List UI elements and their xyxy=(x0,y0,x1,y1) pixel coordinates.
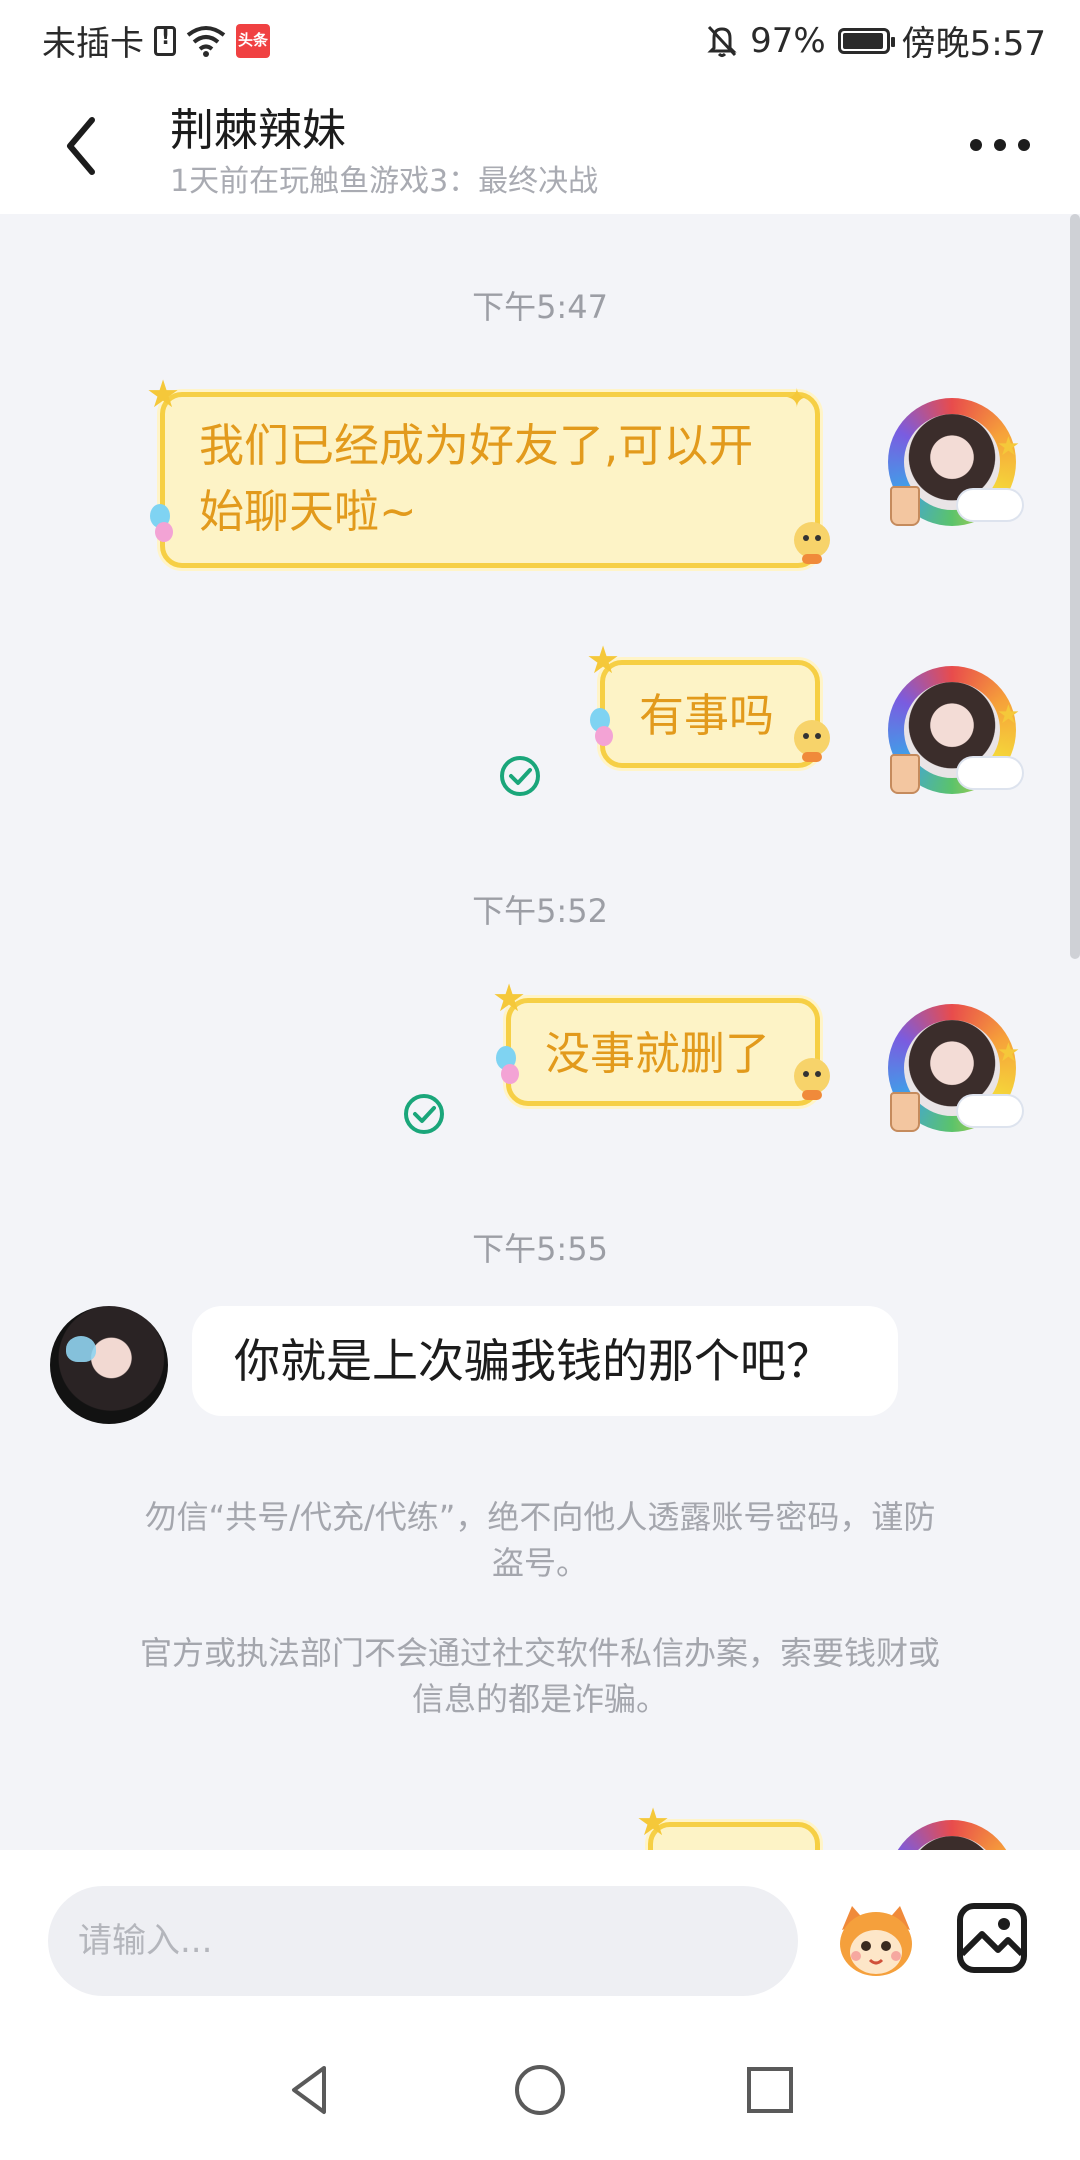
read-check-icon xyxy=(500,756,540,796)
avatar-cloud-decoration xyxy=(958,490,1022,520)
chat-header: 荆棘辣妹 1天前在玩触鱼游戏3：最终决战 xyxy=(0,76,1080,214)
more-dot xyxy=(1018,139,1030,151)
notice-line: 勿信“共号/代充/代练”，绝不向他人透露账号密码，谨防 xyxy=(144,1498,936,1536)
avatar-cloud-decoration xyxy=(958,758,1022,788)
emoji-mascot-icon[interactable] xyxy=(832,1900,920,1980)
notice-line: 盗号。 xyxy=(491,1544,588,1582)
message-text-line: 始聊天啦~ xyxy=(199,485,417,538)
outgoing-message-bubble[interactable]: 没事就删了 xyxy=(506,998,820,1106)
message-text-line: 我们已经成为好友了,可以开 xyxy=(199,419,754,472)
star-decoration-icon: ★ xyxy=(636,1800,671,1844)
carrier-text: 未插卡 xyxy=(42,24,144,64)
safety-notice: 勿信“共号/代充/代练”，绝不向他人透露账号密码，谨防 盗号。 xyxy=(80,1494,1000,1586)
message-text: 你就是上次骗我钱的那个吧？ xyxy=(234,1334,832,1388)
battery-percent: 97% xyxy=(750,20,826,61)
balloon-decoration-icon xyxy=(590,708,613,746)
star-decoration-icon: ★ xyxy=(586,638,621,682)
my-avatar[interactable] xyxy=(882,1814,1022,1850)
battery-level xyxy=(842,32,884,49)
star-decoration-icon: ★ xyxy=(492,976,527,1020)
timestamp: 下午5:47 xyxy=(472,288,608,326)
nav-recent-icon[interactable] xyxy=(740,2060,800,2120)
message-list[interactable]: 下午5:47 我们已经成为好友了,可以开 始聊天啦~ ★ ✦ ★ 有事吗 ★ ★… xyxy=(0,214,1080,1850)
safety-notice: 官方或执法部门不会通过社交软件私信办案，索要钱财或 信息的都是诈骗。 xyxy=(80,1630,1000,1722)
notice-line: 官方或执法部门不会通过社交软件私信办案，索要钱财或 xyxy=(139,1634,940,1672)
avatar-butterfly-decoration xyxy=(66,1336,96,1362)
balloon-decoration-icon xyxy=(150,504,173,542)
avatar-star-decoration: ★ xyxy=(996,432,1020,462)
more-icon[interactable] xyxy=(970,120,1030,170)
contact-avatar[interactable] xyxy=(50,1306,168,1424)
status-left: 未插卡 头条 xyxy=(42,16,270,65)
more-dot xyxy=(970,139,982,151)
balloon-decoration-icon xyxy=(496,1046,519,1084)
image-icon[interactable] xyxy=(954,1900,1030,1976)
input-bar xyxy=(0,1850,1080,2020)
sim-alert-icon xyxy=(154,25,176,56)
toutiao-app-badge: 头条 xyxy=(236,23,270,58)
bell-muted-icon xyxy=(707,25,737,57)
avatar-cup-decoration xyxy=(890,1092,920,1132)
sparkle-decoration-icon: ✦ xyxy=(786,384,808,414)
contact-activity: 1天前在玩触鱼游戏3：最终决战 xyxy=(170,164,599,199)
battery-icon xyxy=(837,27,895,54)
timestamp: 下午5:55 xyxy=(472,1230,608,1268)
star-decoration-icon: ★ xyxy=(146,372,181,416)
mascot-decoration-icon xyxy=(794,1058,830,1100)
status-bar: 未插卡 头条 97% 傍晚5:57 xyxy=(0,0,1080,76)
avatar-cup-decoration xyxy=(890,754,920,794)
message-text: 没事就删了 xyxy=(545,1027,771,1080)
avatar-star-decoration: ★ xyxy=(996,700,1020,730)
wifi-icon xyxy=(186,25,226,57)
more-dot xyxy=(994,139,1006,151)
notice-line: 信息的都是诈骗。 xyxy=(411,1680,668,1718)
read-check-icon xyxy=(404,1094,444,1134)
incoming-message-bubble[interactable]: 你就是上次骗我钱的那个吧？ xyxy=(192,1306,898,1416)
chat-screen: 未插卡 头条 97% 傍晚5:57 荆棘辣妹 1天前在 xyxy=(0,0,1080,2160)
outgoing-message-bubble-partial[interactable] xyxy=(648,1822,820,1850)
avatar-cup-decoration xyxy=(890,486,920,526)
nav-back-icon[interactable] xyxy=(280,2060,340,2120)
status-right: 97% 傍晚5:57 xyxy=(706,16,1046,65)
system-nav-bar xyxy=(0,2020,1080,2160)
mascot-decoration-icon xyxy=(794,522,830,564)
clock: 傍晚5:57 xyxy=(901,24,1046,64)
outgoing-message-bubble[interactable]: 我们已经成为好友了,可以开 始聊天啦~ xyxy=(160,392,820,568)
timestamp: 下午5:52 xyxy=(472,892,608,930)
avatar-cloud-decoration xyxy=(958,1096,1022,1126)
message-text: 有事吗 xyxy=(639,689,775,742)
back-arrow-icon[interactable] xyxy=(52,106,122,186)
nav-home-icon[interactable] xyxy=(510,2060,570,2120)
my-avatar[interactable]: ★ xyxy=(882,660,1022,800)
message-input[interactable] xyxy=(48,1886,798,1996)
contact-name: 荆棘辣妹 xyxy=(170,105,346,156)
avatar-star-decoration: ★ xyxy=(996,1038,1020,1068)
mascot-decoration-icon xyxy=(794,720,830,762)
my-avatar[interactable]: ★ xyxy=(882,392,1022,532)
my-avatar[interactable]: ★ xyxy=(882,998,1022,1138)
